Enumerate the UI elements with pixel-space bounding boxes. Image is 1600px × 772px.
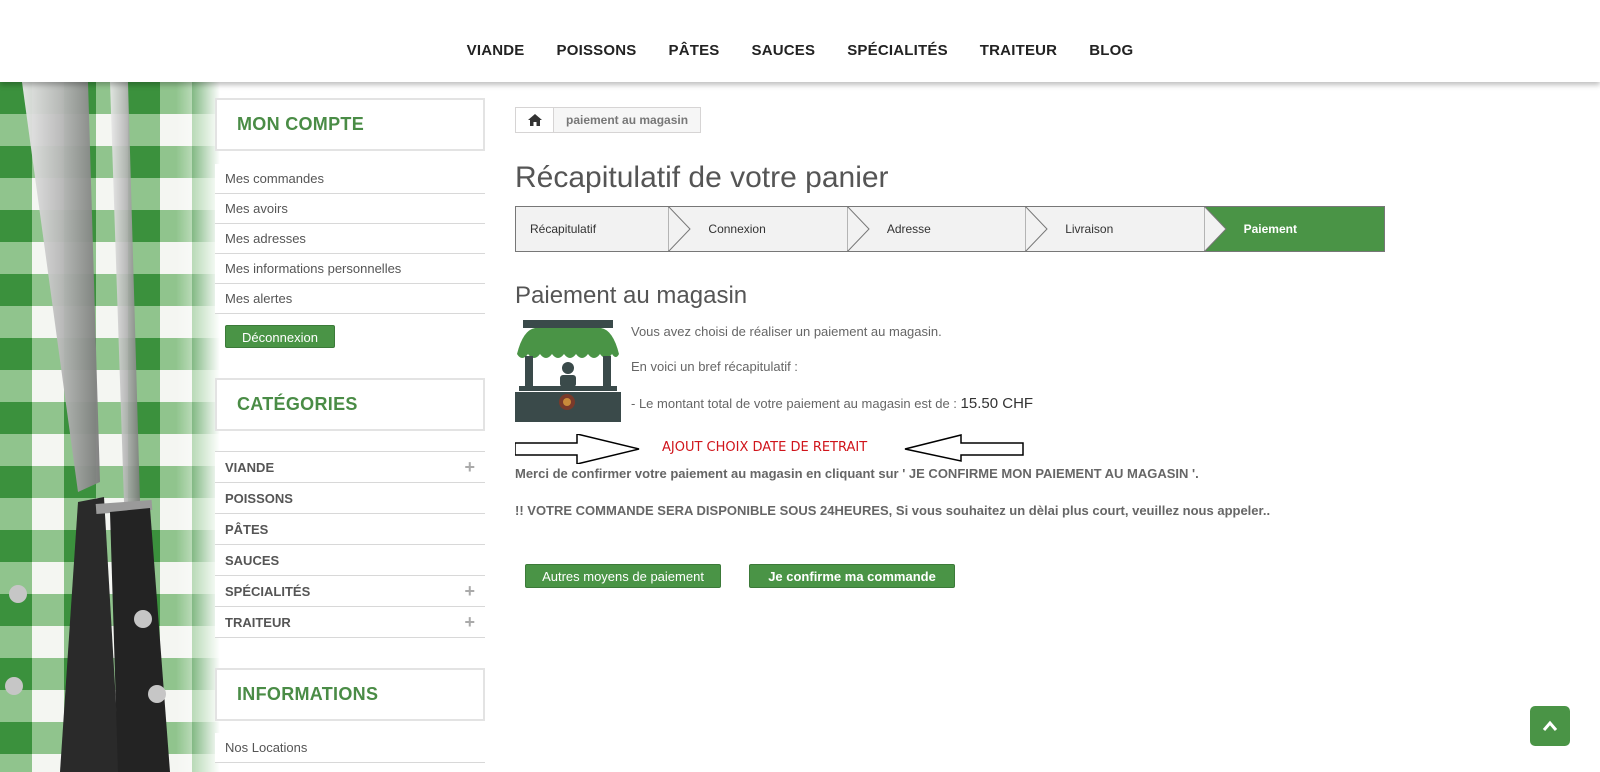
confirm-instructions: Merci de confirmer votre paiement au mag… bbox=[515, 466, 1199, 481]
categories-title: CATÉGORIES bbox=[237, 394, 358, 414]
step-arrow-icon bbox=[668, 206, 692, 252]
logout-button[interactable]: Déconnexion bbox=[225, 325, 335, 348]
nav-pates[interactable]: PÂTES bbox=[668, 42, 719, 59]
retrait-annotation: AJOUT CHOIX DATE DE RETRAIT bbox=[515, 434, 1385, 464]
payment-actions: Autres moyens de paiement Je confirme ma… bbox=[515, 564, 1385, 588]
category-item-pates[interactable]: PÂTES bbox=[215, 514, 485, 545]
category-item-sauces[interactable]: SAUCES bbox=[215, 545, 485, 576]
step-arrow-icon bbox=[1203, 206, 1227, 252]
category-label: POISSONS bbox=[225, 490, 293, 506]
background-decoration bbox=[0, 82, 220, 772]
breadcrumb: paiement au magasin bbox=[515, 107, 702, 133]
payment-amount: 15.50 CHF bbox=[960, 395, 1034, 412]
shop-icon bbox=[515, 320, 621, 422]
account-item-orders[interactable]: Mes commandes bbox=[215, 164, 485, 194]
category-label: SAUCES bbox=[225, 552, 280, 568]
account-menu: Mes commandes Mes avoirs Mes adresses Me… bbox=[215, 164, 485, 314]
step-label: Livraison bbox=[1065, 222, 1114, 236]
account-item-credit-slips[interactable]: Mes avoirs bbox=[215, 194, 485, 224]
knives-cloth-image bbox=[0, 82, 220, 772]
nav-sauces[interactable]: SAUCES bbox=[752, 42, 816, 59]
payment-line-3: - Le montant total de votre paiement au … bbox=[631, 395, 1033, 412]
expand-plus-icon[interactable]: + bbox=[464, 581, 475, 602]
availability-notice: !! VOTRE COMMANDE SERA DISPONIBLE SOUS 2… bbox=[515, 503, 1271, 518]
main-nav: VIANDE POISSONS PÂTES SAUCES SPÉCIALITÉS… bbox=[0, 42, 1600, 59]
breadcrumb-current: paiement au magasin bbox=[566, 113, 689, 127]
step-login[interactable]: Connexion bbox=[670, 206, 870, 252]
account-block-title: MON COMPTE bbox=[215, 98, 485, 151]
category-label: SPÉCIALITÉS bbox=[225, 583, 311, 599]
step-payment[interactable]: Paiement bbox=[1205, 207, 1385, 251]
step-summary[interactable]: Récapitulatif bbox=[516, 206, 692, 252]
category-item-specialites[interactable]: SPÉCIALITÉS + bbox=[215, 576, 485, 607]
breadcrumb-home[interactable] bbox=[516, 108, 554, 132]
info-title: INFORMATIONS bbox=[237, 684, 379, 704]
checkout-steps: Récapitulatif Connexion Adresse Livraiso… bbox=[515, 206, 1385, 252]
other-payment-methods-button[interactable]: Autres moyens de paiement bbox=[525, 564, 721, 588]
expand-plus-icon[interactable]: + bbox=[464, 457, 475, 478]
category-item-traiteur[interactable]: TRAITEUR + bbox=[215, 607, 485, 638]
payment-line-1: Vous avez choisi de réaliser un paiement… bbox=[631, 324, 942, 339]
step-label: Paiement bbox=[1243, 222, 1297, 236]
account-title: MON COMPTE bbox=[237, 114, 364, 134]
account-item-alerts[interactable]: Mes alertes bbox=[215, 284, 485, 314]
home-icon bbox=[527, 114, 542, 126]
nav-blog[interactable]: BLOG bbox=[1089, 42, 1133, 59]
scroll-top-button[interactable] bbox=[1530, 706, 1570, 746]
chevron-up-icon bbox=[1542, 720, 1558, 731]
info-block-title: INFORMATIONS bbox=[215, 668, 485, 721]
step-arrow-icon bbox=[846, 206, 870, 252]
nav-viande[interactable]: VIANDE bbox=[467, 42, 525, 59]
payment-heading: Paiement au magasin bbox=[515, 282, 748, 309]
annotation-arrows bbox=[515, 434, 1024, 464]
main-content: paiement au magasin Récapitulatif de vot… bbox=[515, 82, 1385, 588]
category-item-poissons[interactable]: POISSONS bbox=[215, 483, 485, 514]
payment-summary: Vous avez choisi de réaliser un paiement… bbox=[515, 320, 1385, 422]
step-address[interactable]: Adresse bbox=[849, 206, 1048, 252]
expand-plus-icon[interactable]: + bbox=[464, 612, 475, 633]
step-arrow-icon bbox=[1025, 206, 1048, 252]
category-label: PÂTES bbox=[225, 521, 269, 537]
step-shipping[interactable]: Livraison bbox=[1027, 206, 1227, 252]
categories-block-title: CATÉGORIES bbox=[215, 378, 485, 431]
confirm-order-button[interactable]: Je confirme ma commande bbox=[749, 564, 955, 588]
arrow-right-icon bbox=[515, 434, 640, 464]
annotation-text: AJOUT CHOIX DATE DE RETRAIT bbox=[662, 440, 868, 455]
step-label: Adresse bbox=[886, 222, 931, 236]
categories-menu: VIANDE + POISSONS PÂTES SAUCES SPÉCIALITÉ… bbox=[215, 451, 485, 638]
step-label: Récapitulatif bbox=[530, 222, 597, 236]
category-label: VIANDE bbox=[225, 459, 275, 475]
account-item-addresses[interactable]: Mes adresses bbox=[215, 224, 485, 254]
top-header: VIANDE POISSONS PÂTES SAUCES SPÉCIALITÉS… bbox=[0, 0, 1600, 82]
nav-specialites[interactable]: SPÉCIALITÉS bbox=[847, 42, 948, 59]
info-menu: Nos Locations bbox=[215, 733, 485, 763]
nav-traiteur[interactable]: TRAITEUR bbox=[980, 42, 1057, 59]
step-label: Connexion bbox=[708, 222, 766, 236]
arrow-left-icon bbox=[904, 434, 1024, 462]
page-title: Récapitulatif de votre panier bbox=[515, 161, 889, 194]
category-item-viande[interactable]: VIANDE + bbox=[215, 452, 485, 483]
sidebar: MON COMPTE Mes commandes Mes avoirs Mes … bbox=[215, 82, 485, 763]
nav-poissons[interactable]: POISSONS bbox=[557, 42, 637, 59]
account-item-personal-info[interactable]: Mes informations personnelles bbox=[215, 254, 485, 284]
category-label: TRAITEUR bbox=[225, 614, 291, 630]
amount-label: - Le montant total de votre paiement au … bbox=[631, 396, 957, 411]
info-item-locations[interactable]: Nos Locations bbox=[215, 733, 485, 763]
payment-line-2: En voici un bref récapitulatif : bbox=[631, 359, 798, 374]
